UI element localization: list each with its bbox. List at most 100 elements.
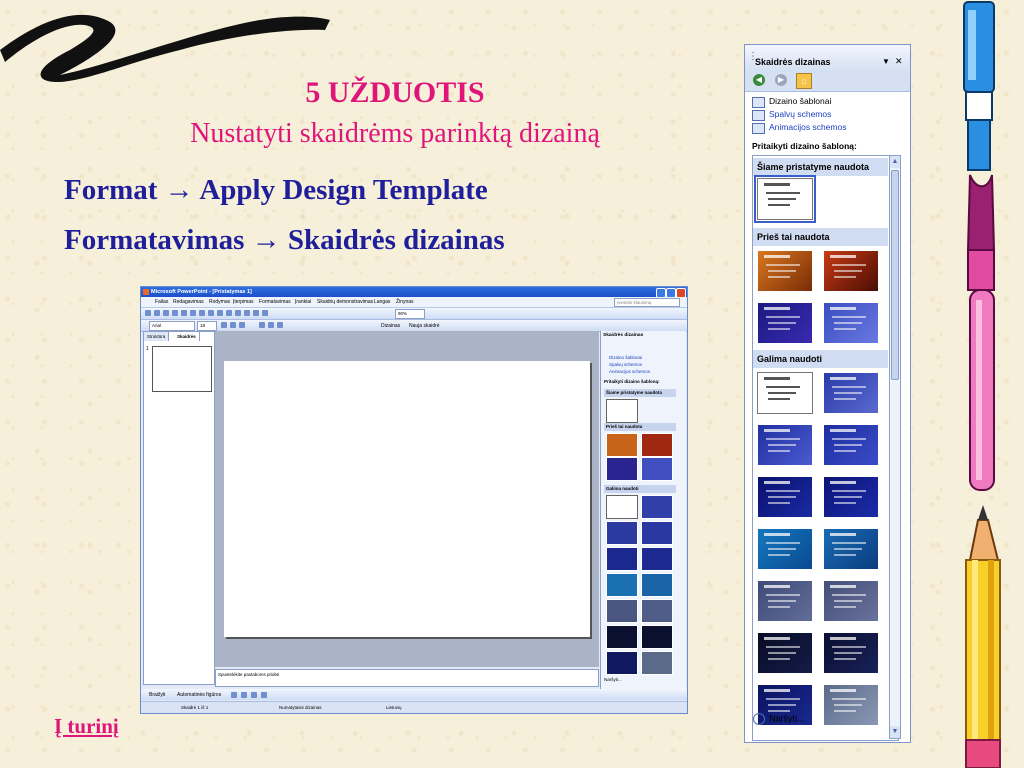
menu-item-insert[interactable]: Įterpimas [233, 299, 254, 305]
template-thumb[interactable] [823, 632, 879, 674]
template-thumb[interactable] [757, 528, 813, 570]
rectangle-icon[interactable] [251, 692, 257, 698]
drawing-menu[interactable]: Braižyti [149, 692, 165, 698]
pp-link-color-schemes[interactable]: Spalvų schemos [609, 362, 642, 367]
oval-icon[interactable] [261, 692, 267, 698]
scroll-thumb[interactable] [891, 170, 899, 380]
pp-browse-link[interactable]: Naršyti... [604, 677, 622, 682]
template-thumb[interactable] [823, 476, 879, 518]
link-animation-schemes[interactable]: Animacijos schemos [769, 122, 846, 132]
help-search-input[interactable]: Įveskite klausimą [614, 298, 680, 307]
link-color-schemes[interactable]: Spalvų schemos [769, 109, 831, 119]
template-thumb[interactable] [757, 424, 813, 466]
design-button[interactable]: Dizainas [381, 323, 400, 329]
align-right-icon[interactable] [277, 322, 283, 328]
pp-template-thumb[interactable] [641, 599, 673, 623]
line-icon[interactable] [231, 692, 237, 698]
tab-outline[interactable]: Struktūra [144, 332, 170, 341]
table-of-contents-link[interactable]: Į turinį [54, 714, 119, 739]
pp-template-thumb[interactable] [606, 651, 638, 675]
pp-template-thumb[interactable] [641, 573, 673, 597]
template-thumb[interactable] [757, 250, 813, 292]
template-thumb[interactable] [757, 632, 813, 674]
pp-template-thumb[interactable] [641, 521, 673, 545]
pp-template-thumb[interactable] [641, 625, 673, 649]
spelling-icon[interactable] [190, 310, 196, 316]
align-left-icon[interactable] [259, 322, 265, 328]
menu-item-file[interactable]: Failas [155, 299, 168, 305]
template-list-scrollbar[interactable]: ▲ ▼ [889, 155, 901, 739]
pp-link-animation-schemes[interactable]: Animacijos schemos [609, 369, 650, 374]
template-thumb[interactable] [823, 250, 879, 292]
pp-template-thumb[interactable] [641, 547, 673, 571]
font-select[interactable]: Arial [149, 321, 195, 331]
pp-template-thumb[interactable] [641, 495, 673, 519]
template-thumb[interactable] [823, 372, 879, 414]
notes-pane[interactable]: Spustelėkite pastaboms pridėti [215, 669, 599, 687]
italic-icon[interactable] [230, 322, 236, 328]
template-thumb[interactable] [823, 684, 879, 726]
scroll-up-icon[interactable]: ▲ [890, 156, 900, 168]
undo-icon[interactable] [226, 310, 232, 316]
template-thumb[interactable] [823, 528, 879, 570]
home-icon[interactable]: ⌂ [796, 73, 812, 89]
template-thumb[interactable] [823, 302, 879, 344]
browse-link[interactable]: Naršyti... [753, 713, 805, 725]
pp-template-thumb[interactable] [641, 651, 673, 675]
font-size-select[interactable]: 18 [197, 321, 217, 331]
back-icon[interactable]: ◀ [753, 74, 765, 86]
menu-item-slideshow[interactable]: Skaidrių demonstravimas [317, 299, 373, 305]
underline-icon[interactable] [239, 322, 245, 328]
cut-icon[interactable] [199, 310, 205, 316]
preview-icon[interactable] [181, 310, 187, 316]
copy-icon[interactable] [208, 310, 214, 316]
new-icon[interactable] [145, 310, 151, 316]
paste-icon[interactable] [217, 310, 223, 316]
autoshapes-menu[interactable]: Automatinės figūros [177, 692, 221, 698]
chart-icon[interactable] [244, 310, 250, 316]
pp-template-thumb[interactable] [606, 573, 638, 597]
template-thumb[interactable] [757, 372, 813, 414]
print-icon[interactable] [172, 310, 178, 316]
new-slide-button[interactable]: Nauja skaidrė [409, 323, 440, 329]
link-design-templates[interactable]: Dizaino šablonai [769, 96, 831, 106]
pp-template-thumb[interactable] [641, 457, 673, 481]
pp-template-thumb[interactable] [606, 433, 638, 457]
menu-item-window[interactable]: Langas [374, 299, 390, 305]
menu-item-help[interactable]: Žinynas [396, 299, 414, 305]
scroll-down-icon[interactable]: ▼ [890, 726, 900, 738]
template-thumb[interactable] [757, 580, 813, 622]
slide-canvas[interactable] [224, 361, 590, 637]
menu-item-format[interactable]: Formatavimas [259, 299, 291, 305]
zoom-select[interactable]: 90% [395, 309, 425, 319]
template-thumb-default[interactable] [754, 175, 816, 223]
forward-icon[interactable]: ▶ [775, 74, 787, 86]
template-thumb[interactable] [823, 580, 879, 622]
menu-item-edit[interactable]: Redagavimas [173, 299, 204, 305]
menu-item-view[interactable]: Rodymas [209, 299, 230, 305]
pp-template-thumb[interactable] [641, 433, 673, 457]
pp-link-design-templates[interactable]: Dizaino šablonai [609, 355, 642, 360]
grid-icon[interactable] [262, 310, 268, 316]
open-icon[interactable] [154, 310, 160, 316]
chevron-down-icon[interactable]: ▼ [882, 57, 890, 66]
pp-template-thumb[interactable] [606, 599, 638, 623]
pp-template-thumb[interactable] [606, 399, 638, 423]
pp-template-thumb[interactable] [606, 495, 638, 519]
menu-item-tools[interactable]: Įrankiai [295, 299, 311, 305]
pp-template-thumb[interactable] [606, 521, 638, 545]
table-icon[interactable] [253, 310, 259, 316]
align-center-icon[interactable] [268, 322, 274, 328]
tab-slides[interactable]: Skaidrės [174, 332, 200, 341]
template-thumb[interactable] [757, 476, 813, 518]
template-thumb[interactable] [757, 302, 813, 344]
pp-template-thumb[interactable] [606, 457, 638, 481]
save-icon[interactable] [163, 310, 169, 316]
pp-template-thumb[interactable] [606, 625, 638, 649]
pp-template-thumb[interactable] [606, 547, 638, 571]
slide-thumbnail[interactable] [152, 346, 212, 392]
redo-icon[interactable] [235, 310, 241, 316]
template-thumb[interactable] [823, 424, 879, 466]
close-icon[interactable]: ✕ [895, 56, 903, 67]
bold-icon[interactable] [221, 322, 227, 328]
